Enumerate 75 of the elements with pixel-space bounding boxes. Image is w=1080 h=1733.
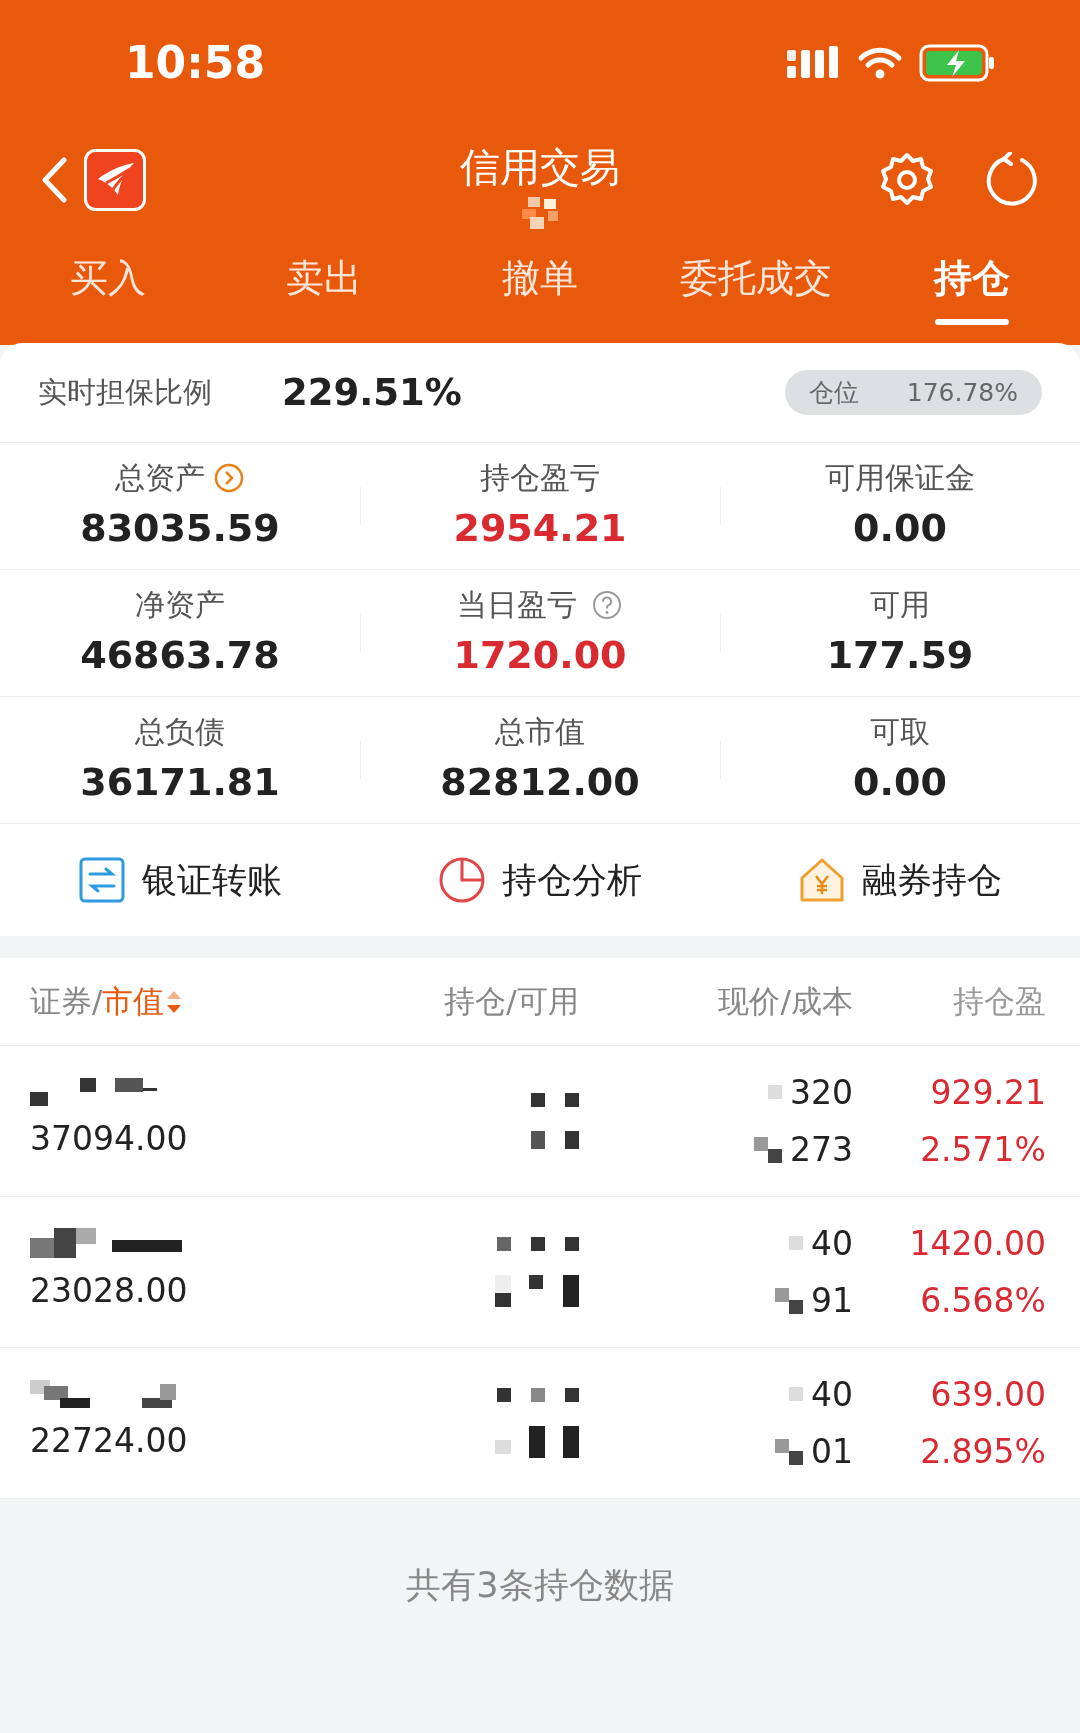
column-header: 证券/ bbox=[30, 982, 103, 1022]
cost-value: 91 bbox=[810, 1280, 853, 1322]
redaction-mosaic bbox=[522, 197, 558, 229]
metric-value: 1720.00 bbox=[452, 632, 628, 679]
pnl-value: 929.21 bbox=[930, 1071, 1046, 1114]
action-button[interactable]: 银证转账 bbox=[0, 847, 360, 913]
signal-icon bbox=[787, 45, 841, 80]
wifi-icon bbox=[857, 45, 903, 80]
metric-value: 177.59 bbox=[825, 632, 975, 679]
page-title: 信用交易 bbox=[459, 143, 621, 192]
tab[interactable]: 持仓 bbox=[864, 249, 1080, 331]
tab[interactable]: 买入 bbox=[0, 249, 216, 331]
pnl-value: 1420.00 bbox=[909, 1222, 1046, 1265]
column-header: 持仓/可用 bbox=[444, 982, 579, 1022]
redaction-mosaic bbox=[774, 1438, 803, 1465]
column-header: 持仓盈 bbox=[952, 982, 1046, 1022]
battery-icon bbox=[919, 43, 995, 82]
tab[interactable]: 委托成交 bbox=[648, 249, 864, 331]
position-value: 176.78% bbox=[906, 376, 1018, 409]
metric-value: 82812.00 bbox=[439, 759, 641, 806]
position-label: 仓位 bbox=[808, 376, 859, 409]
pnl-value: 639.00 bbox=[930, 1373, 1046, 1416]
ratio-value: 229.51% bbox=[282, 369, 462, 416]
back-icon bbox=[40, 156, 68, 204]
redaction-mosaic bbox=[788, 1387, 803, 1402]
app-logo-icon[interactable] bbox=[84, 149, 146, 211]
refresh-icon bbox=[984, 152, 1040, 208]
metric-value: 36171.81 bbox=[79, 759, 281, 806]
price-value: 40 bbox=[810, 1373, 853, 1416]
pie-chart-icon bbox=[438, 856, 486, 904]
footer-note: 共有3条持仓数据 bbox=[405, 1564, 675, 1607]
tab[interactable]: 撤单 bbox=[432, 249, 648, 331]
column-header: 现价/成本 bbox=[718, 982, 853, 1022]
metric-label: 可取 bbox=[870, 713, 930, 751]
refresh-button[interactable] bbox=[984, 152, 1040, 208]
back-button[interactable] bbox=[40, 156, 68, 204]
cost-value: 273 bbox=[789, 1129, 853, 1171]
metric-label: 可用保证金 bbox=[825, 459, 975, 497]
chevron-circle-icon[interactable] bbox=[213, 461, 245, 494]
redaction-mosaic bbox=[774, 1287, 803, 1314]
metric-label: 总负债 bbox=[135, 713, 225, 751]
redaction-mosaic bbox=[530, 1131, 579, 1149]
metric-value: 83035.59 bbox=[79, 505, 281, 552]
sort-button[interactable]: 市值 bbox=[102, 978, 185, 1025]
market-value: 37094.00 bbox=[30, 1118, 189, 1161]
redaction-mosaic bbox=[530, 1093, 579, 1107]
tab[interactable]: 卖出 bbox=[216, 249, 432, 331]
ratio-label: 实时担保比例 bbox=[38, 373, 212, 411]
metric-value: 2954.21 bbox=[452, 505, 628, 552]
metric-value: 0.00 bbox=[852, 759, 948, 806]
action-button[interactable]: 融券持仓 bbox=[720, 847, 1080, 913]
status-time: 10:58 bbox=[125, 35, 266, 90]
metric-label: 总资产 bbox=[115, 459, 205, 497]
market-value: 23028.00 bbox=[30, 1270, 189, 1313]
pnl-percent: 6.568% bbox=[920, 1280, 1046, 1322]
metric-label: 总市值 bbox=[495, 713, 585, 751]
metric-value: 46863.78 bbox=[79, 632, 281, 679]
metric-label: 可用 bbox=[870, 586, 930, 624]
metric-label: 当日盈亏 bbox=[457, 586, 577, 624]
cost-value: 01 bbox=[810, 1431, 853, 1473]
yuan-house-icon bbox=[798, 856, 846, 904]
metric-label: 持仓盈亏 bbox=[480, 459, 600, 497]
pnl-percent: 2.895% bbox=[920, 1431, 1046, 1473]
metric-label: 净资产 bbox=[135, 586, 225, 624]
redaction-mosaic bbox=[753, 1136, 782, 1163]
metric-value: 0.00 bbox=[852, 505, 948, 552]
market-value: 22724.00 bbox=[30, 1420, 189, 1463]
price-value: 40 bbox=[810, 1222, 853, 1265]
price-value: 320 bbox=[789, 1071, 853, 1114]
transfer-icon bbox=[78, 856, 126, 904]
help-icon[interactable] bbox=[591, 588, 623, 621]
redaction-mosaic bbox=[767, 1085, 782, 1100]
pnl-percent: 2.571% bbox=[920, 1129, 1046, 1171]
action-button[interactable]: 持仓分析 bbox=[360, 847, 720, 913]
redaction-mosaic bbox=[788, 1236, 803, 1251]
